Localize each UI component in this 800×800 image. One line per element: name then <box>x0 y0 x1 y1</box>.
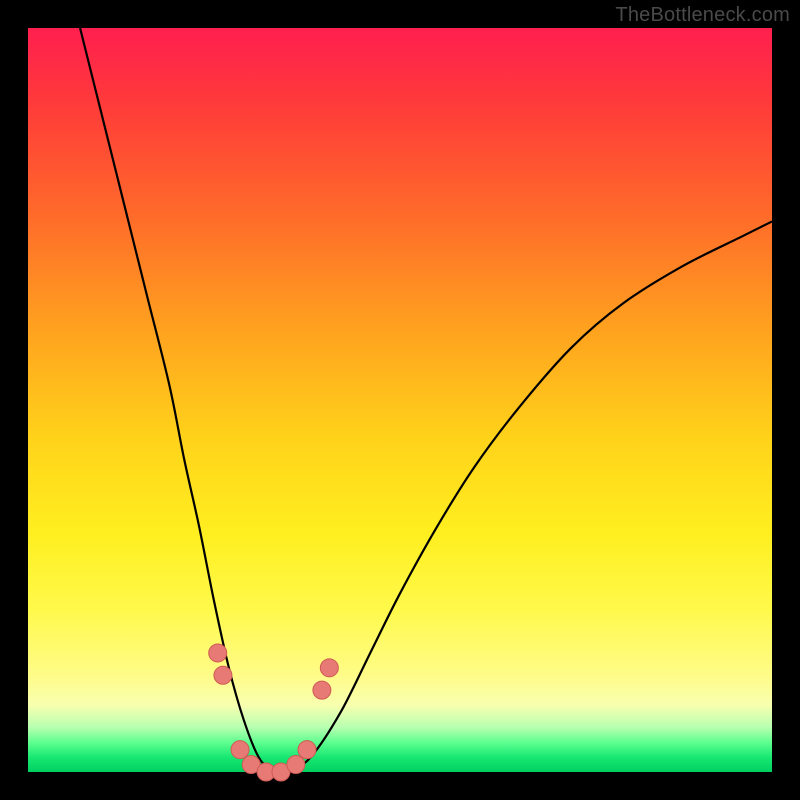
plot-area <box>28 28 772 772</box>
curve-layer <box>28 28 772 772</box>
curve-marker <box>320 659 338 677</box>
curve-marker <box>287 756 305 774</box>
watermark-text: TheBottleneck.com <box>615 4 790 27</box>
curve-marker <box>313 681 331 699</box>
curve-marker <box>209 644 227 662</box>
curve-marker <box>298 741 316 759</box>
curve-marker <box>214 666 232 684</box>
bottleneck-curve <box>80 28 772 774</box>
curve-marker <box>231 741 249 759</box>
chart-frame: TheBottleneck.com <box>0 0 800 800</box>
